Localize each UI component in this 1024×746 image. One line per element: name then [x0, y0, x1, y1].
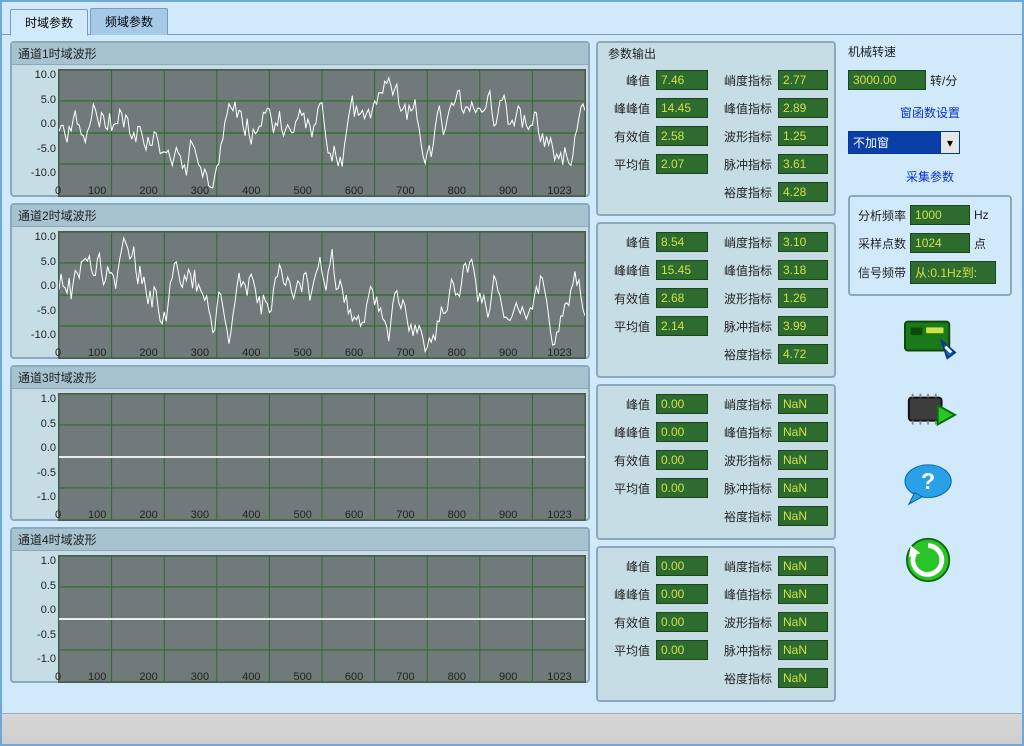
val-ch1-pk2pk: 14.45: [656, 98, 708, 118]
val-ch4-crest: NaN: [778, 584, 828, 604]
plot-title-ch4: 通道4时域波形: [12, 529, 588, 551]
val-ch4-kurt: NaN: [778, 556, 828, 576]
acq-heading: 采集参数: [848, 168, 1012, 185]
chip-play-icon: [899, 386, 961, 438]
plot-title-ch2: 通道2时域波形: [12, 205, 588, 227]
rpm-row: 机械转速: [848, 43, 1012, 60]
plot-panel-ch1: 通道1时域波形 10.0 5.0 0.0 -5.0 -10.0: [10, 41, 590, 197]
val-ch1-crest: 2.89: [778, 98, 828, 118]
plot-canvas-ch2[interactable]: 01002003004005006007008009001023: [58, 227, 588, 357]
plot-canvas-ch3[interactable]: 01002003004005006007008009001023: [58, 389, 588, 519]
yaxis-ch1: 10.0 5.0 0.0 -5.0 -10.0: [12, 65, 58, 195]
val-ch3-pk2pk: 0.00: [656, 422, 708, 442]
plot-panel-ch2: 通道2时域波形 10.05.00.0-5.0-10.0: [10, 203, 590, 359]
acquisition-box: 分析频率 1000 Hz 采样点数 1024 点 信号频带 从:0.1Hz到:: [848, 195, 1012, 296]
val-ch3-impulse: NaN: [778, 478, 828, 498]
val-ch4-impulse: NaN: [778, 640, 828, 660]
points-unit: 点: [974, 235, 986, 252]
save-board-icon: [899, 312, 961, 364]
yaxis-ch4: 1.00.50.0-0.5-1.0: [12, 551, 58, 681]
refresh-button[interactable]: [891, 530, 969, 590]
val-ch3-avg: 0.00: [656, 478, 708, 498]
param-box-ch4: 峰值0.00 峭度指标NaN 峰峰值0.00 峰值指标NaN 有效值0.00 波…: [596, 546, 836, 702]
yaxis-ch3: 1.00.50.0-0.5-1.0: [12, 389, 58, 519]
rpm-unit: 转/分: [930, 72, 957, 89]
val-ch1-margin: 4.28: [778, 182, 828, 202]
val-ch1-kurt: 2.77: [778, 70, 828, 90]
sample-points-value[interactable]: 1024: [910, 233, 970, 253]
rpm-value[interactable]: 3000.00: [848, 70, 926, 90]
xaxis-ch3: 01002003004005006007008009001023: [58, 509, 584, 521]
refresh-icon: [899, 534, 961, 586]
tab-time-domain[interactable]: 时域参数: [10, 9, 88, 36]
val-ch4-shape: NaN: [778, 612, 828, 632]
val-ch2-avg: 2.14: [656, 316, 708, 336]
window-function-heading: 窗函数设置: [848, 104, 1012, 121]
val-ch2-impulse: 3.99: [778, 316, 828, 336]
signal-band-label: 信号频带: [858, 264, 906, 281]
param-output-title: 参数输出: [608, 45, 826, 62]
help-button[interactable]: ?: [891, 456, 969, 516]
param-box-ch3: 峰值0.00 峭度指标NaN 峰峰值0.00 峰值指标NaN 有效值0.00 波…: [596, 384, 836, 540]
tab-freq-domain[interactable]: 频域参数: [90, 8, 168, 35]
val-ch2-peak: 8.54: [656, 232, 708, 252]
analysis-freq-label: 分析频率: [858, 207, 906, 224]
client-area: 通道1时域波形 10.0 5.0 0.0 -5.0 -10.0: [2, 34, 1022, 742]
val-ch3-peak: 0.00: [656, 394, 708, 414]
plot-canvas-ch1[interactable]: 01002003004005006007008009001023: [58, 65, 588, 195]
val-ch2-crest: 3.18: [778, 260, 828, 280]
val-ch1-avg: 2.07: [656, 154, 708, 174]
param-box-ch1: 参数输出 峰值7.46 峭度指标2.77 峰峰值14.45 峰值指标2.89 有…: [596, 41, 836, 216]
val-ch2-pk2pk: 15.45: [656, 260, 708, 280]
val-ch4-peak: 0.00: [656, 556, 708, 576]
taskbar[interactable]: [2, 713, 1022, 744]
plot-panel-ch3: 通道3时域波形 1.00.50.0-0.5-1.0: [10, 365, 590, 521]
help-bubble-icon: ?: [899, 460, 961, 512]
val-ch4-rms: 0.00: [656, 612, 708, 632]
val-ch4-avg: 0.00: [656, 640, 708, 660]
plot-title-ch1: 通道1时域波形: [12, 43, 588, 65]
rpm-label: 机械转速: [848, 43, 896, 60]
plot-title-ch3: 通道3时域波形: [12, 367, 588, 389]
val-ch3-shape: NaN: [778, 450, 828, 470]
signal-band-value: 从:0.1Hz到:: [910, 261, 996, 284]
hz-unit: Hz: [974, 208, 989, 222]
sample-points-label: 采样点数: [858, 235, 906, 252]
val-ch2-kurt: 3.10: [778, 232, 828, 252]
chevron-down-icon[interactable]: ▾: [940, 132, 959, 153]
val-ch2-rms: 2.68: [656, 288, 708, 308]
val-ch1-shape: 1.25: [778, 126, 828, 146]
param-box-ch2: 峰值8.54 峭度指标3.10 峰峰值15.45 峰值指标3.18 有效值2.6…: [596, 222, 836, 378]
window-function-combo[interactable]: 不加窗 ▾: [848, 131, 960, 154]
val-ch3-margin: NaN: [778, 506, 828, 526]
right-column: 机械转速 3000.00 转/分 窗函数设置 不加窗 ▾ 采集参数 分析频率 1…: [842, 41, 1014, 702]
val-ch3-rms: 0.00: [656, 450, 708, 470]
svg-text:?: ?: [921, 468, 935, 494]
val-ch1-rms: 2.58: [656, 126, 708, 146]
plots-column: 通道1时域波形 10.0 5.0 0.0 -5.0 -10.0: [10, 41, 590, 702]
plot-canvas-ch4[interactable]: 01002003004005006007008009001023: [58, 551, 588, 681]
window-function-value: 不加窗: [849, 132, 940, 153]
yaxis-ch2: 10.05.00.0-5.0-10.0: [12, 227, 58, 357]
label-peak: 峰值: [606, 72, 650, 89]
label-kurt: 峭度指标: [714, 72, 772, 89]
xaxis-ch1: 01002003004005006007008009001023: [58, 185, 584, 197]
val-ch4-margin: NaN: [778, 668, 828, 688]
val-ch3-kurt: NaN: [778, 394, 828, 414]
val-ch2-shape: 1.26: [778, 288, 828, 308]
val-ch4-pk2pk: 0.00: [656, 584, 708, 604]
val-ch3-crest: NaN: [778, 422, 828, 442]
params-column: 参数输出 峰值7.46 峭度指标2.77 峰峰值14.45 峰值指标2.89 有…: [596, 41, 836, 702]
plot-panel-ch4: 通道4时域波形 1.00.50.0-0.5-1.0: [10, 527, 590, 683]
xaxis-ch2: 01002003004005006007008009001023: [58, 347, 584, 359]
val-ch1-peak: 7.46: [656, 70, 708, 90]
save-data-button[interactable]: [891, 308, 969, 368]
xaxis-ch4: 01002003004005006007008009001023: [58, 671, 584, 683]
analysis-freq-value[interactable]: 1000: [910, 205, 970, 225]
app-window: 时域参数 频域参数 通道1时域波形 10.0 5.0 0.0 -5.0 -10.…: [0, 0, 1024, 746]
tab-bar: 时域参数 频域参数: [10, 8, 1022, 35]
val-ch1-impulse: 3.61: [778, 154, 828, 174]
run-button[interactable]: [891, 382, 969, 442]
val-ch2-margin: 4.72: [778, 344, 828, 364]
